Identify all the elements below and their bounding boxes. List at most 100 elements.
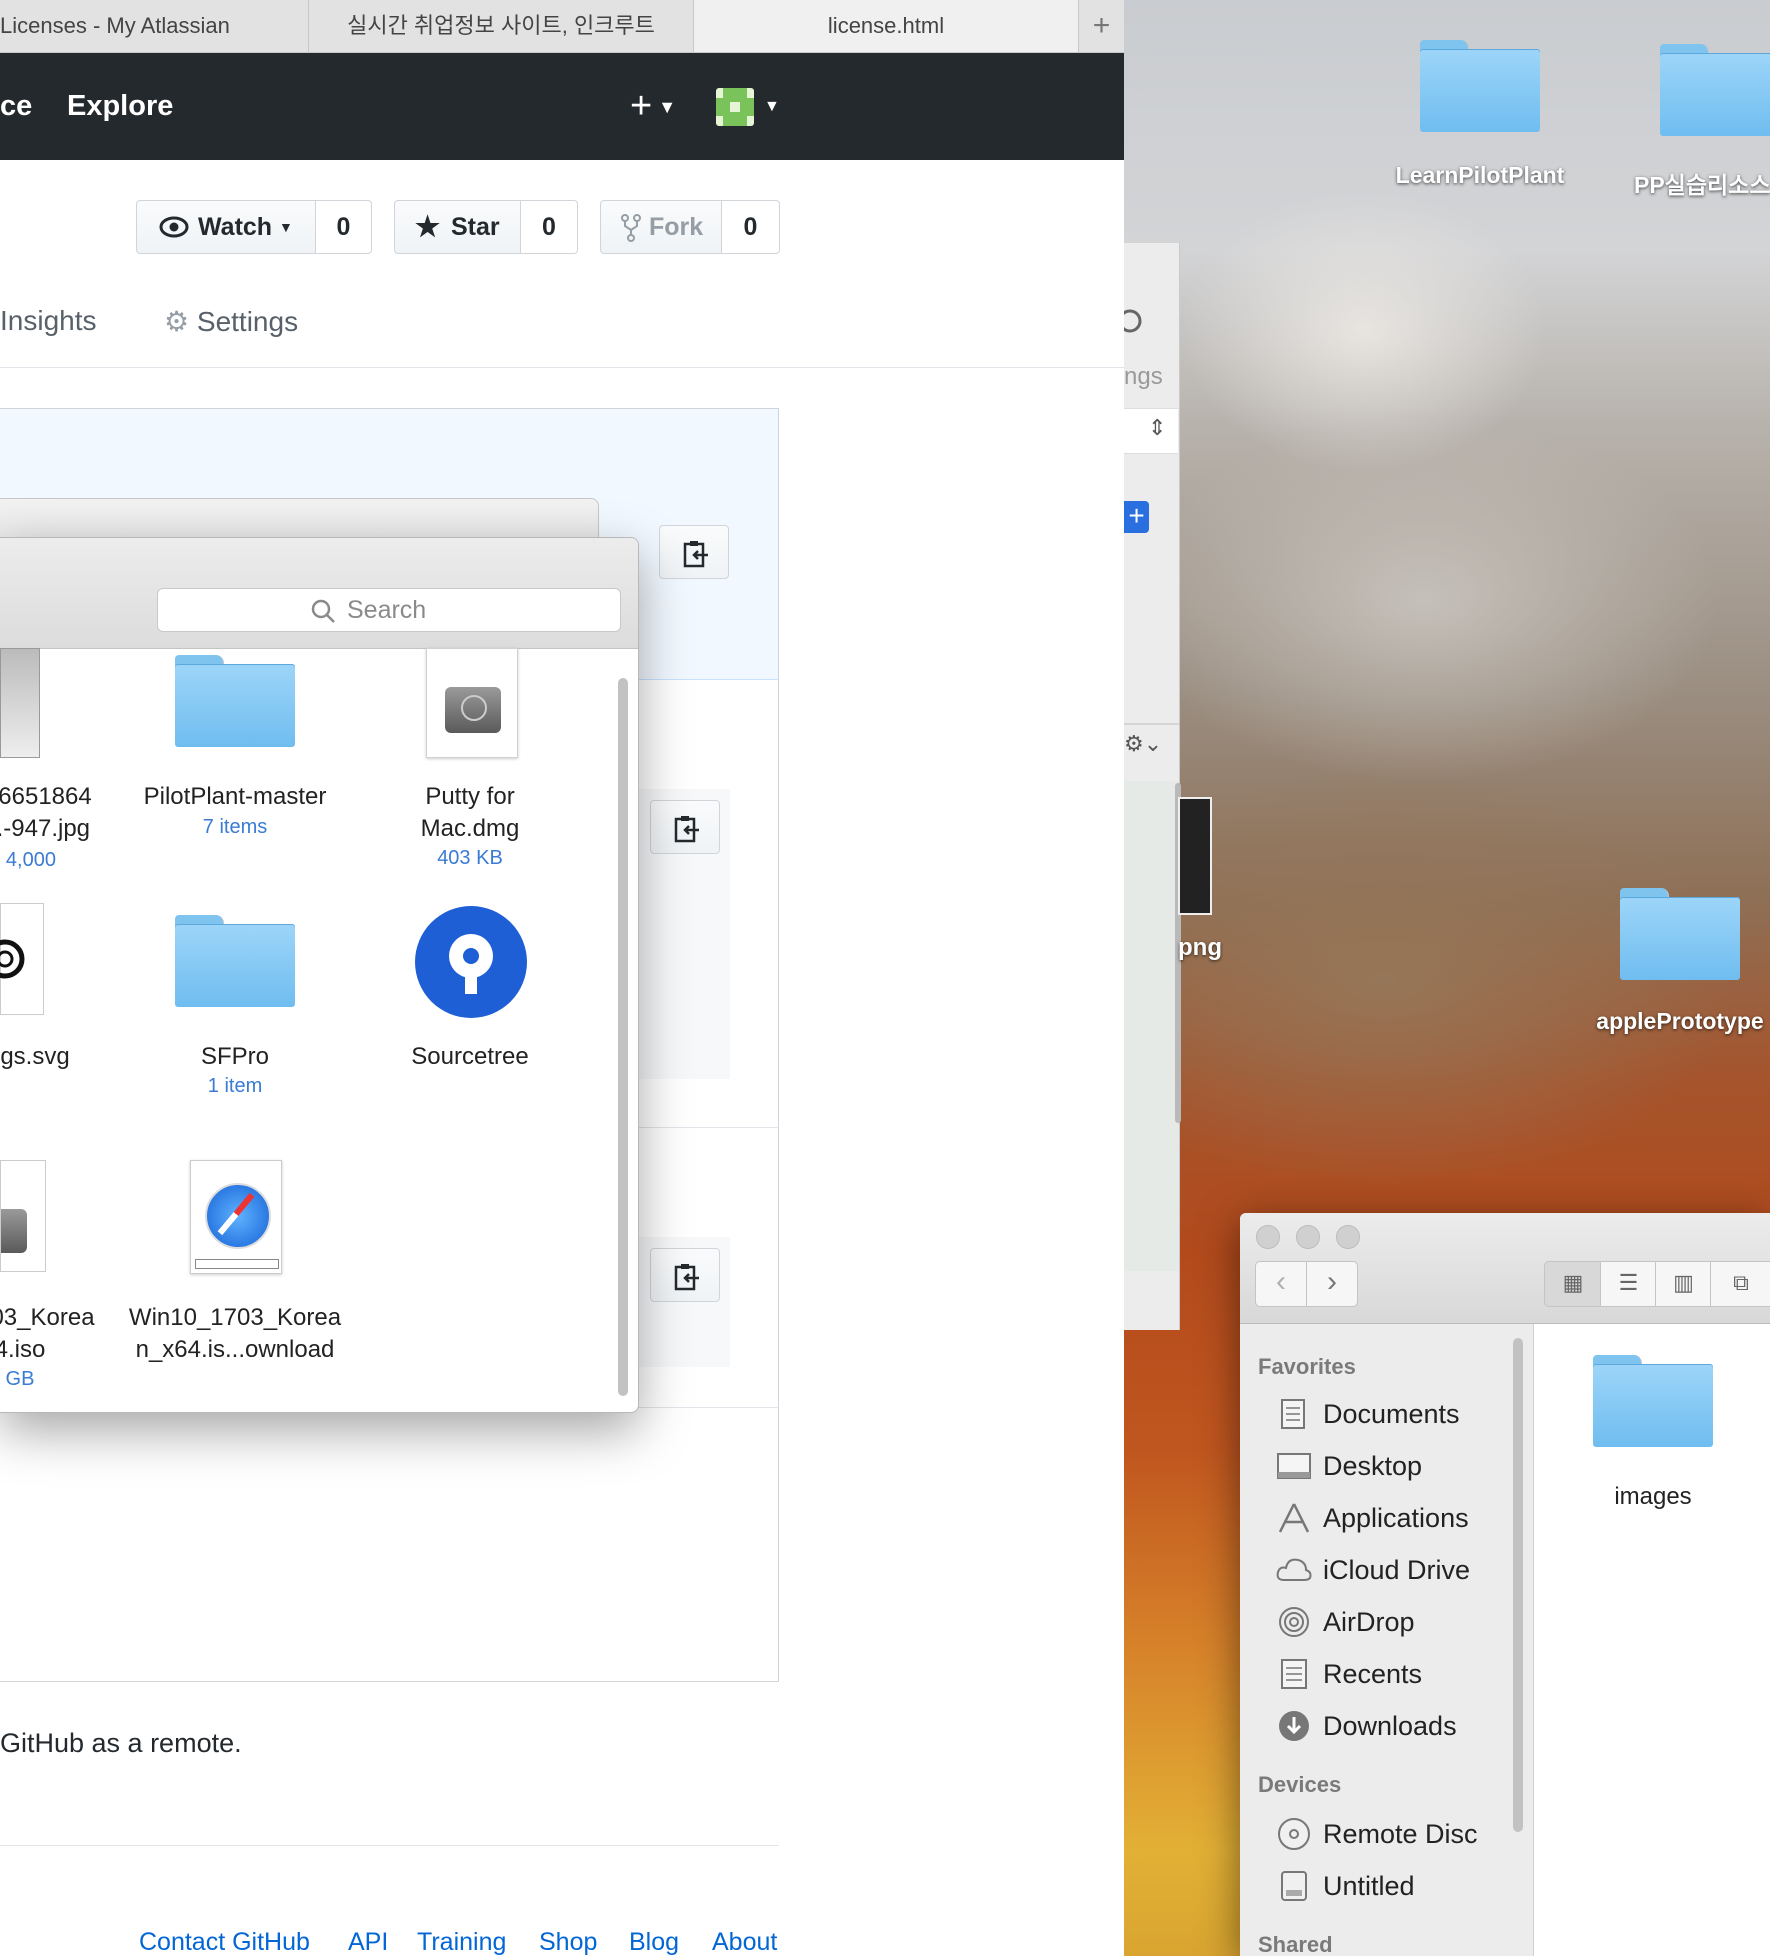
folder-icon[interactable] [1593,1355,1713,1447]
gear-icon [1124,309,1142,333]
desktop-folder-label: PP실습리소스 [1634,172,1770,198]
desktop-icon [1277,1453,1311,1479]
tab-label: 실시간 취업정보 사이트, 인크루트 [347,13,655,38]
folder-icon [1420,40,1540,132]
desktop-folder-appleprototype[interactable]: applePrototype [1560,888,1770,1035]
copy-clipboard-button[interactable] [650,800,720,854]
star-button[interactable]: ★ Star [394,200,521,254]
sidebar-item-label: Documents [1323,1399,1460,1429]
github-header: ce Explore + ▼ ▼ [0,53,1124,160]
tab-atlassian[interactable]: Licenses - My Atlassian [0,0,309,52]
zoom-button[interactable] [1336,1225,1360,1249]
file-name: n_x64.is...ownload [135,1336,335,1363]
footer-link-blog[interactable]: Blog [629,1928,679,1956]
clipboard-icon [683,541,708,568]
tab-license[interactable]: license.html [694,0,1079,52]
fork-icon [621,214,641,242]
file-name: 03_Korea [0,1304,95,1331]
finder-toolbar: ‹ › ▦ ☰ ▥ ⧉ [1240,1213,1770,1324]
sourcetree-app-icon[interactable] [415,906,527,1018]
footer-link-contact[interactable]: Contact GitHub [139,1928,310,1956]
sidebar-item-label: iCloud Drive [1323,1555,1471,1585]
file-name: Putty for [425,783,515,810]
gear-icon [0,939,25,979]
watch-count[interactable]: 0 [316,200,372,254]
star-count[interactable]: 0 [521,200,578,254]
file-name: 4.iso [0,1336,46,1363]
scrollbar[interactable] [1513,1338,1523,1832]
new-tab-button[interactable]: + [1079,0,1124,52]
stepper-field[interactable]: ⇕ [1124,408,1178,454]
back-chevron-icon[interactable]: ‹ [1255,1261,1307,1307]
tab-label: license.html [827,13,945,38]
create-new-button[interactable]: + ▼ [630,53,676,160]
footer-link-about[interactable]: About [712,1928,777,1956]
sidebar-item-label: Applications [1323,1503,1469,1533]
download-icon [1279,1711,1309,1741]
tab-settings-label: Settings [196,306,299,337]
sidebar-item-label: Desktop [1323,1451,1423,1481]
background-window: ngs ⇕ + ⚙⌄ [1124,243,1181,1330]
file-name: Win10_1703_Korea [128,1304,342,1331]
copy-clipboard-button[interactable] [650,1248,720,1302]
disc-icon [1278,1818,1310,1850]
forward-chevron-icon[interactable]: › [1306,1261,1358,1307]
watch-label: Watch [198,213,273,241]
file-meta: 1 item [207,1075,263,1097]
sidebar-item-label: AirDrop [1323,1607,1415,1637]
dialog-toolbar: Search [0,538,638,649]
iso-file-icon[interactable] [0,1160,46,1272]
image-file-icon[interactable] [0,648,40,758]
copy-clipboard-button[interactable] [659,525,729,579]
preview-area [1124,781,1179,1271]
watch-button[interactable]: Watch ▼ [136,200,316,254]
tab-insights[interactable]: Insights [0,305,97,337]
caret-down-icon: ▼ [658,97,677,118]
clipboard-icon [674,816,699,843]
fork-label: Fork [649,213,704,241]
nav-item-partial[interactable]: ce [0,53,32,160]
folder-icon[interactable] [175,915,295,1007]
caret-down-icon: ▼ [279,219,293,235]
column-view-icon[interactable]: ▥ [1655,1261,1712,1307]
tab-settings[interactable]: ⚙ Settings [164,305,298,338]
nav-explore[interactable]: Explore [67,53,173,160]
footer-link-api[interactable]: API [348,1928,388,1956]
gallery-view-icon[interactable]: ⧉ [1710,1261,1770,1307]
caret-down-icon[interactable]: ▼ [764,98,780,116]
minimize-button[interactable] [1296,1225,1320,1249]
file-name: Mac.dmg [420,815,520,842]
disk-image-icon[interactable] [426,648,518,758]
clipboard-icon [674,1264,699,1291]
desktop-folder-pp-resources[interactable]: PP실습리소스 [1634,44,1770,200]
svg-file-icon[interactable] [0,903,44,1015]
gear-icon: ⚙ [164,306,190,337]
list-view-icon[interactable]: ☰ [1600,1261,1657,1307]
footer-link-training[interactable]: Training [417,1928,506,1956]
file-name: ..-947.jpg [0,815,91,842]
scrollbar[interactable] [618,678,628,1396]
finder-window: ‹ › ▦ ☰ ▥ ⧉ Favorites Documents Desktop … [1240,1213,1770,1956]
drive-icon [1281,1871,1307,1901]
fork-button[interactable]: Fork [600,200,722,254]
icon-view-icon[interactable]: ▦ [1544,1261,1602,1307]
footer-link-shop[interactable]: Shop [539,1928,597,1956]
avatar[interactable] [716,88,754,126]
document-icon [1281,1399,1305,1429]
desktop-folder-learnpilotplant[interactable]: LearnPilotPlant [1380,40,1580,189]
star-icon: ★ [415,211,441,242]
finder-sidebar: Favorites Documents Desktop Applications… [1240,1324,1534,1956]
tab-incruit[interactable]: 실시간 취업정보 사이트, 인크루트 [309,0,694,52]
close-button[interactable] [1256,1225,1280,1249]
desktop-folder-label: applePrototype [1596,1008,1764,1034]
desktop-folder-label: LearnPilotPlant [1395,162,1565,188]
folder-icon[interactable] [175,655,295,747]
add-button[interactable]: + [1124,501,1149,533]
fork-count[interactable]: 0 [722,200,780,254]
up-down-chevron-icon: ⇕ [1148,415,1167,440]
gear-dropdown-icon[interactable]: ⚙⌄ [1124,731,1162,757]
star-label: Star [451,213,500,241]
search-input[interactable]: Search [157,588,621,632]
search-placeholder: Search [347,596,427,624]
safari-download-icon[interactable] [190,1160,282,1274]
